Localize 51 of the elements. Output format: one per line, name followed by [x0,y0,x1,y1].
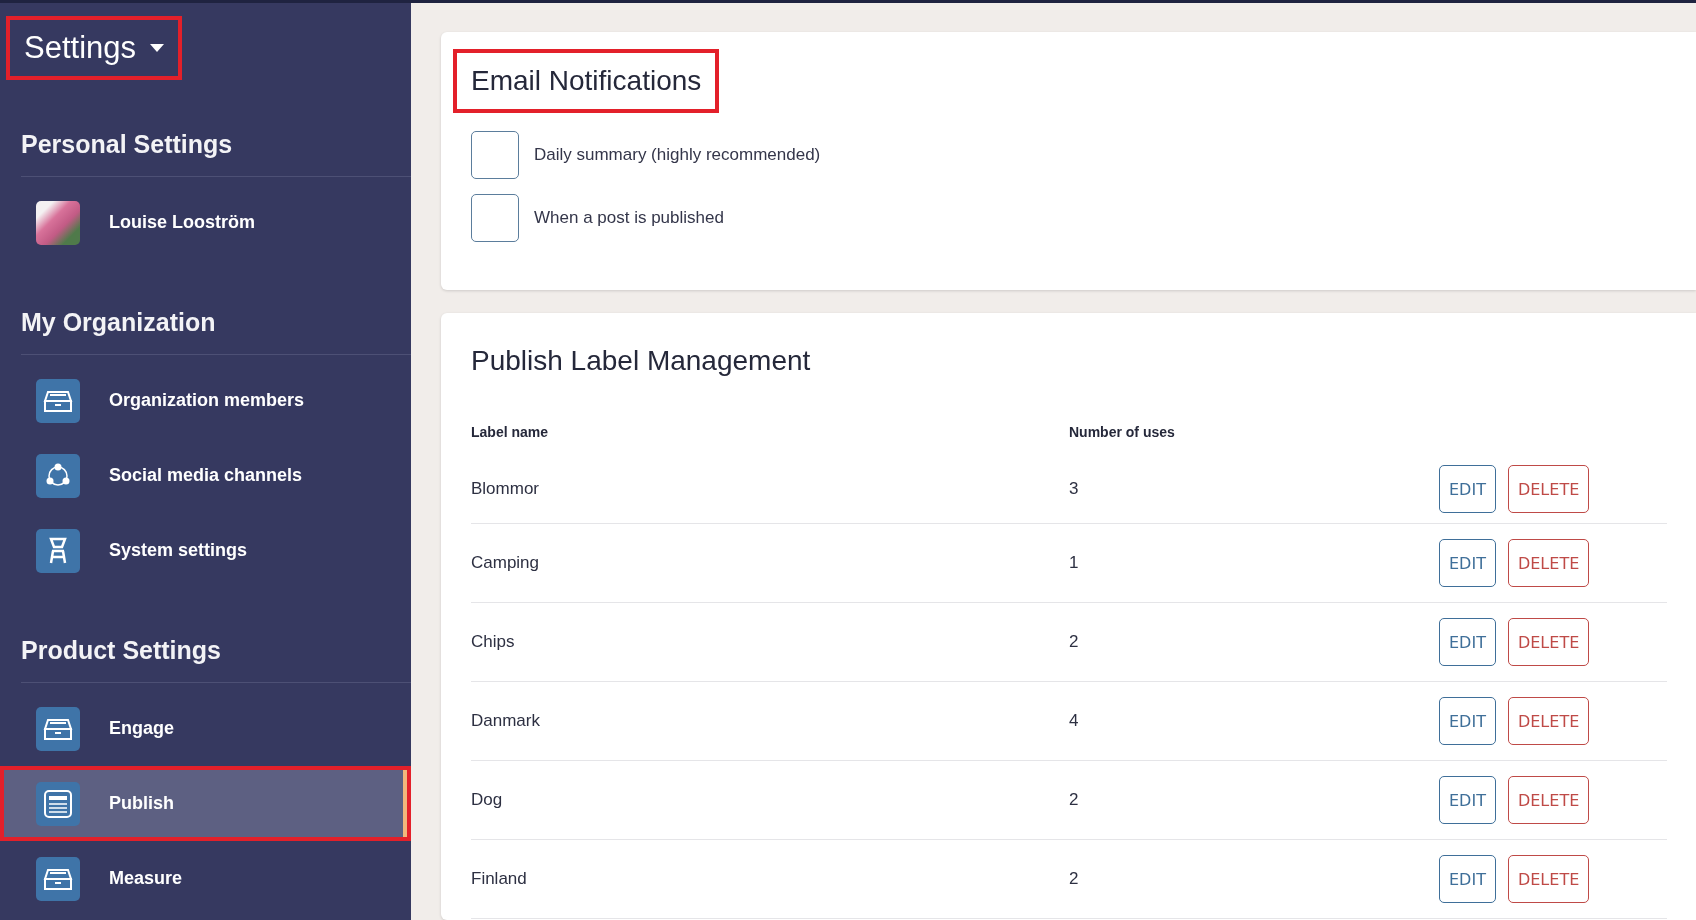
delete-button[interactable]: DELETE [1507,465,1590,513]
edit-button[interactable]: EDIT [1439,776,1496,824]
sidebar-item[interactable]: Louise Looström [0,185,411,260]
avatar-photo-placeholder [36,200,80,245]
column-header: Label name [471,424,550,440]
edit-button[interactable]: EDIT [1439,855,1496,903]
uses-count-cell-text: 1 [1069,553,1080,573]
checkbox-label: When a post is published [534,208,724,228]
uses-count-cell-text: 2 [1069,790,1080,810]
inbox-tray-icon [36,706,80,751]
card-heading: Publish Label Management [471,344,811,378]
label-name-cell-text: Camping [471,553,541,573]
delete-button[interactable]: DELETE [1507,697,1590,745]
section-heading: Product Settings [21,588,411,683]
card-heading: Email Notifications [453,49,720,113]
settings-dropdown[interactable]: Settings [6,16,182,80]
inbox-tray-icon [36,378,80,423]
network-icon [36,453,80,498]
edit-button[interactable]: EDIT [1439,697,1496,745]
edit-button[interactable]: EDIT [1439,465,1496,513]
uses-count-cell-text: 2 [1069,632,1080,652]
label-name-cell-text: Finland [471,869,528,889]
inbox-tray-icon [36,856,80,901]
label-name-cell-text: Blommor [471,479,540,499]
column-header: Number of uses [1069,424,1176,440]
document-icon [36,781,80,826]
checkbox-label: Daily summary (highly recommended) [534,145,821,165]
label-name-cell-text: Danmark [471,711,541,731]
sidebar-item[interactable]: Engage [0,691,411,766]
label-name-cell-text: Chips [471,632,516,652]
section-heading: Personal Settings [21,73,411,177]
caret-icon [150,44,164,52]
sidebar-item[interactable]: Measure [0,841,411,916]
edit-button[interactable]: EDIT [1439,539,1496,587]
section-heading: My Organization [21,260,411,355]
sidebar-item[interactable]: Publish [0,766,411,841]
label-name-cell-text: Dog [471,790,504,810]
uses-count-cell-text: 3 [1069,479,1080,499]
edit-button[interactable]: EDIT [1439,618,1496,666]
sidebar-item[interactable]: Organization members [0,363,411,438]
sidebar-item[interactable]: System settings [0,513,411,588]
uses-count-cell-text: 4 [1069,711,1080,731]
delete-button[interactable]: DELETE [1507,855,1590,903]
checkbox[interactable] [471,131,519,179]
sidebar-item[interactable]: Social media channels [0,438,411,513]
delete-button[interactable]: DELETE [1507,618,1590,666]
delete-button[interactable]: DELETE [1507,539,1590,587]
delete-button[interactable]: DELETE [1507,776,1590,824]
chair-icon [36,528,80,573]
checkbox[interactable] [471,194,519,242]
uses-count-cell-text: 2 [1069,869,1080,889]
